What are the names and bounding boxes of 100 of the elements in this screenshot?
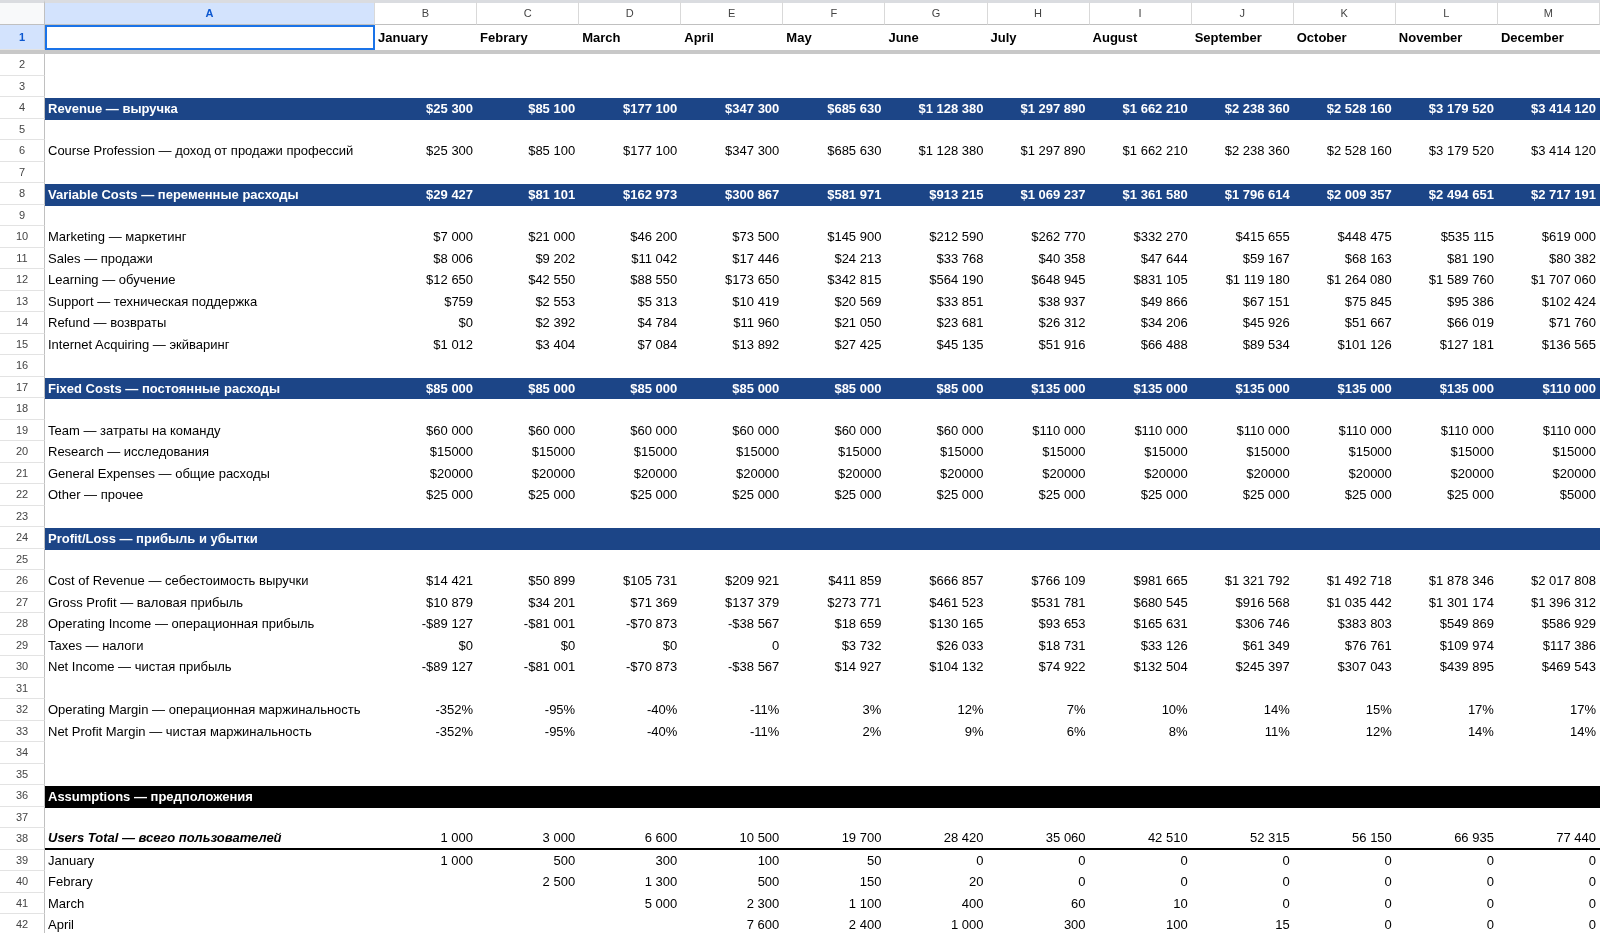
table-cell-text: $1 119 180 <box>1224 271 1291 289</box>
table-cell-text: $93 653 <box>1037 615 1087 633</box>
table-cell-text: Support — техническая поддержка <box>47 292 259 311</box>
row-header[interactable]: 23 <box>0 505 45 527</box>
table-cell-text: $581 971 <box>826 186 883 204</box>
row-header[interactable]: 1 <box>0 25 45 50</box>
table-cell-text: $18 731 <box>1037 636 1087 655</box>
row-header[interactable]: 27 <box>0 591 45 613</box>
row-header[interactable]: 35 <box>0 763 45 785</box>
table-cell-text: $25 000 <box>425 486 475 504</box>
row-header[interactable]: 3 <box>0 75 45 97</box>
table-cell-text: November <box>1397 28 1464 47</box>
column-header[interactable]: M <box>1497 0 1600 25</box>
table-cell-text: $2 392 <box>534 314 577 332</box>
column-header[interactable]: H <box>987 0 1090 25</box>
row-header[interactable]: 26 <box>0 570 45 592</box>
table-cell-text: $300 867 <box>724 186 781 204</box>
row-header[interactable]: 5 <box>0 118 45 140</box>
row-header[interactable]: 19 <box>0 419 45 441</box>
table-cell-text: $68 163 <box>1343 249 1393 268</box>
row-header[interactable]: 10 <box>0 226 45 248</box>
row-header[interactable]: 11 <box>0 247 45 269</box>
row-header[interactable]: 34 <box>0 742 45 764</box>
row-header[interactable]: 13 <box>0 290 45 312</box>
row-header[interactable]: 4 <box>0 97 45 119</box>
table-cell-text: $26 312 <box>1037 314 1087 332</box>
row-header[interactable]: 30 <box>0 656 45 678</box>
row-header[interactable]: 9 <box>0 204 45 226</box>
table-cell-text: $60 000 <box>629 421 679 440</box>
table-cell-text: 0 <box>1485 873 1495 891</box>
column-header[interactable]: G <box>885 0 988 25</box>
row-header[interactable]: 16 <box>0 355 45 377</box>
table-cell-text: Marketing — маркетинг <box>47 228 188 246</box>
row-header[interactable]: 2 <box>0 54 45 76</box>
row-header[interactable]: 32 <box>0 699 45 721</box>
table-cell-text: 1 000 <box>949 916 985 933</box>
row-header[interactable]: 18 <box>0 398 45 420</box>
row-header[interactable]: 12 <box>0 269 45 291</box>
row-header[interactable]: 40 <box>0 871 45 893</box>
row-header[interactable]: 6 <box>0 140 45 162</box>
row-header[interactable]: 38 <box>0 828 45 850</box>
table-cell-text: 77 440 <box>1555 829 1597 847</box>
table-cell-text: $105 731 <box>622 572 679 590</box>
table-cell-text: $60 000 <box>425 421 475 440</box>
row-header[interactable]: 31 <box>0 677 45 699</box>
column-header[interactable]: B <box>375 0 478 25</box>
table-cell-text: $347 300 <box>724 100 781 118</box>
column-header[interactable]: K <box>1293 0 1396 25</box>
row-header[interactable]: 33 <box>0 720 45 742</box>
table-cell-text: $680 545 <box>1132 593 1189 612</box>
row-header[interactable]: 24 <box>0 527 45 549</box>
table-cell-text: $177 100 <box>622 142 679 160</box>
row-header[interactable]: 28 <box>0 613 45 635</box>
row-header[interactable]: 22 <box>0 484 45 506</box>
column-header[interactable]: A <box>45 0 375 25</box>
table-cell-text: $0 <box>457 636 475 655</box>
row-header[interactable]: 7 <box>0 161 45 183</box>
table-cell-text: $245 397 <box>1234 658 1291 676</box>
row-header[interactable]: 17 <box>0 376 45 398</box>
table-cell-text: $0 <box>661 636 679 655</box>
row-header[interactable]: 8 <box>0 183 45 205</box>
column-header[interactable]: I <box>1089 0 1192 25</box>
row-header[interactable]: 39 <box>0 849 45 871</box>
column-header[interactable]: F <box>783 0 886 25</box>
row-header[interactable]: 37 <box>0 806 45 828</box>
table-cell-text: -$89 127 <box>420 658 475 676</box>
selected-cell[interactable] <box>45 25 375 50</box>
table-cell-text: $209 921 <box>724 572 781 590</box>
table-cell-text: 5 000 <box>643 894 679 913</box>
row-header[interactable]: 29 <box>0 634 45 656</box>
table-cell-text: $135 000 <box>1438 379 1495 398</box>
table-cell-text: $74 922 <box>1037 658 1087 676</box>
table-cell-text: $110 000 <box>1541 379 1597 398</box>
table-cell-text: $135 000 <box>1132 379 1189 398</box>
table-cell-text: 17% <box>1466 701 1495 719</box>
row-header[interactable]: 14 <box>0 312 45 334</box>
table-cell-text: $2 553 <box>534 292 577 311</box>
table-cell-text: 14% <box>1466 722 1495 741</box>
table-cell-text: $262 770 <box>1030 228 1087 246</box>
column-header[interactable]: J <box>1191 0 1294 25</box>
table-cell-text: $15000 <box>1245 443 1291 461</box>
row-header[interactable]: 36 <box>0 785 45 807</box>
table-cell-text: Team — затраты на команду <box>47 421 222 440</box>
table-cell-text: 1 000 <box>439 829 475 847</box>
row-header[interactable]: 20 <box>0 441 45 463</box>
column-header[interactable]: D <box>579 0 682 25</box>
table-cell-text: 0 <box>1587 873 1597 891</box>
table-cell-text: Operating Income — операционная прибыль <box>47 615 316 633</box>
row-header[interactable]: 41 <box>0 892 45 914</box>
table-cell-text: $136 565 <box>1540 335 1597 354</box>
table-cell-text: $1 396 312 <box>1529 593 1597 612</box>
row-header[interactable]: 21 <box>0 462 45 484</box>
column-header[interactable]: C <box>477 0 580 25</box>
row-header[interactable]: 15 <box>0 333 45 355</box>
table-cell-text: $25 300 <box>425 142 475 160</box>
table-cell-text: September <box>1193 28 1263 47</box>
table-cell-text: $34 206 <box>1139 314 1189 332</box>
column-header[interactable]: L <box>1395 0 1498 25</box>
row-header[interactable]: 25 <box>0 548 45 570</box>
column-header[interactable]: E <box>681 0 784 25</box>
